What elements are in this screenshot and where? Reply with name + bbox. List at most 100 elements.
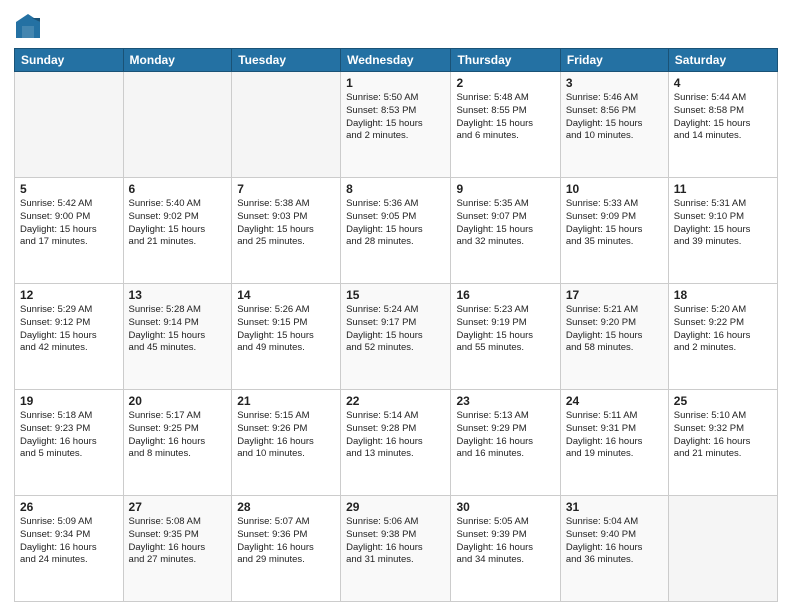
day-content: Sunrise: 5:48 AM Sunset: 8:55 PM Dayligh… (456, 92, 554, 143)
calendar-cell: 18 Sunrise: 5:20 AM Sunset: 9:22 PM Dayli… (668, 284, 777, 390)
calendar-cell: 27 Sunrise: 5:08 AM Sunset: 9:35 PM Dayli… (123, 496, 232, 602)
day-number: 21 (237, 394, 335, 408)
day-content: Sunrise: 5:44 AM Sunset: 8:58 PM Dayligh… (674, 92, 772, 143)
day-number: 23 (456, 394, 554, 408)
calendar: SundayMondayTuesdayWednesdayThursdayFrid… (14, 48, 778, 602)
calendar-cell: 17 Sunrise: 5:21 AM Sunset: 9:20 PM Dayli… (560, 284, 668, 390)
day-number: 29 (346, 500, 445, 514)
calendar-cell: 23 Sunrise: 5:13 AM Sunset: 9:29 PM Dayli… (451, 390, 560, 496)
day-number: 7 (237, 182, 335, 196)
day-content: Sunrise: 5:36 AM Sunset: 9:05 PM Dayligh… (346, 198, 445, 249)
day-number: 26 (20, 500, 118, 514)
day-number: 19 (20, 394, 118, 408)
day-content: Sunrise: 5:08 AM Sunset: 9:35 PM Dayligh… (129, 516, 227, 567)
day-number: 25 (674, 394, 772, 408)
calendar-cell: 1 Sunrise: 5:50 AM Sunset: 8:53 PM Daylig… (341, 72, 451, 178)
week-row-4: 26Sunrise: 5:09 AM Sunset: 9:34 PM Dayli… (15, 496, 778, 602)
day-content: Sunrise: 5:04 AM Sunset: 9:40 PM Dayligh… (566, 516, 663, 567)
day-number: 27 (129, 500, 227, 514)
week-row-2: 12 Sunrise: 5:29 AM Sunset: 9:12 PM Dayli… (15, 284, 778, 390)
weekday-header-tuesday: Tuesday (232, 49, 341, 72)
week-row-1: 5 Sunrise: 5:42 AM Sunset: 9:00 PM Daylig… (15, 178, 778, 284)
page: SundayMondayTuesdayWednesdayThursdayFrid… (0, 0, 792, 612)
day-number: 24 (566, 394, 663, 408)
calendar-cell: 19 Sunrise: 5:18 AM Sunset: 9:23 PM Dayli… (15, 390, 124, 496)
calendar-cell: 5 Sunrise: 5:42 AM Sunset: 9:00 PM Daylig… (15, 178, 124, 284)
calendar-cell: 4 Sunrise: 5:44 AM Sunset: 8:58 PM Daylig… (668, 72, 777, 178)
day-number: 17 (566, 288, 663, 302)
weekday-header-monday: Monday (123, 49, 232, 72)
day-content: Sunrise: 5:10 AM Sunset: 9:32 PM Dayligh… (674, 410, 772, 461)
calendar-cell: 13Sunrise: 5:28 AM Sunset: 9:14 PM Dayli… (123, 284, 232, 390)
day-number: 8 (346, 182, 445, 196)
day-content: Sunrise: 5:42 AM Sunset: 9:00 PM Dayligh… (20, 198, 118, 249)
day-number: 16 (456, 288, 554, 302)
calendar-cell: 11 Sunrise: 5:31 AM Sunset: 9:10 PM Dayli… (668, 178, 777, 284)
day-number: 12 (20, 288, 118, 302)
calendar-cell: 14 Sunrise: 5:26 AM Sunset: 9:15 PM Dayli… (232, 284, 341, 390)
calendar-cell: 25 Sunrise: 5:10 AM Sunset: 9:32 PM Dayli… (668, 390, 777, 496)
calendar-cell: 24 Sunrise: 5:11 AM Sunset: 9:31 PM Dayli… (560, 390, 668, 496)
day-content: Sunrise: 5:38 AM Sunset: 9:03 PM Dayligh… (237, 198, 335, 249)
day-content: Sunrise: 5:17 AM Sunset: 9:25 PM Dayligh… (129, 410, 227, 461)
day-number: 11 (674, 182, 772, 196)
day-content: Sunrise: 5:40 AM Sunset: 9:02 PM Dayligh… (129, 198, 227, 249)
day-content: Sunrise: 5:06 AM Sunset: 9:38 PM Dayligh… (346, 516, 445, 567)
day-number: 4 (674, 76, 772, 90)
weekday-header-sunday: Sunday (15, 49, 124, 72)
weekday-header-thursday: Thursday (451, 49, 560, 72)
day-number: 5 (20, 182, 118, 196)
day-content: Sunrise: 5:23 AM Sunset: 9:19 PM Dayligh… (456, 304, 554, 355)
day-number: 3 (566, 76, 663, 90)
calendar-cell (123, 72, 232, 178)
day-content: Sunrise: 5:46 AM Sunset: 8:56 PM Dayligh… (566, 92, 663, 143)
day-content: Sunrise: 5:31 AM Sunset: 9:10 PM Dayligh… (674, 198, 772, 249)
calendar-cell: 28Sunrise: 5:07 AM Sunset: 9:36 PM Dayli… (232, 496, 341, 602)
weekday-header-row: SundayMondayTuesdayWednesdayThursdayFrid… (15, 49, 778, 72)
day-number: 15 (346, 288, 445, 302)
logo-icon (14, 12, 42, 40)
weekday-header-friday: Friday (560, 49, 668, 72)
day-number: 31 (566, 500, 663, 514)
day-content: Sunrise: 5:28 AM Sunset: 9:14 PM Dayligh… (129, 304, 227, 355)
calendar-cell: 26Sunrise: 5:09 AM Sunset: 9:34 PM Dayli… (15, 496, 124, 602)
calendar-cell: 21 Sunrise: 5:15 AM Sunset: 9:26 PM Dayli… (232, 390, 341, 496)
day-number: 10 (566, 182, 663, 196)
day-number: 14 (237, 288, 335, 302)
calendar-cell: 22Sunrise: 5:14 AM Sunset: 9:28 PM Dayli… (341, 390, 451, 496)
calendar-cell: 7 Sunrise: 5:38 AM Sunset: 9:03 PM Daylig… (232, 178, 341, 284)
calendar-cell: 8 Sunrise: 5:36 AM Sunset: 9:05 PM Daylig… (341, 178, 451, 284)
day-content: Sunrise: 5:50 AM Sunset: 8:53 PM Dayligh… (346, 92, 445, 143)
week-row-0: 1 Sunrise: 5:50 AM Sunset: 8:53 PM Daylig… (15, 72, 778, 178)
day-content: Sunrise: 5:15 AM Sunset: 9:26 PM Dayligh… (237, 410, 335, 461)
day-number: 30 (456, 500, 554, 514)
day-content: Sunrise: 5:18 AM Sunset: 9:23 PM Dayligh… (20, 410, 118, 461)
day-content: Sunrise: 5:13 AM Sunset: 9:29 PM Dayligh… (456, 410, 554, 461)
day-number: 6 (129, 182, 227, 196)
logo (14, 12, 46, 40)
day-content: Sunrise: 5:26 AM Sunset: 9:15 PM Dayligh… (237, 304, 335, 355)
day-number: 20 (129, 394, 227, 408)
calendar-cell: 9 Sunrise: 5:35 AM Sunset: 9:07 PM Daylig… (451, 178, 560, 284)
day-content: Sunrise: 5:21 AM Sunset: 9:20 PM Dayligh… (566, 304, 663, 355)
day-number: 9 (456, 182, 554, 196)
day-content: Sunrise: 5:20 AM Sunset: 9:22 PM Dayligh… (674, 304, 772, 355)
calendar-cell (232, 72, 341, 178)
day-number: 18 (674, 288, 772, 302)
day-content: Sunrise: 5:11 AM Sunset: 9:31 PM Dayligh… (566, 410, 663, 461)
weekday-header-wednesday: Wednesday (341, 49, 451, 72)
day-number: 1 (346, 76, 445, 90)
calendar-cell (15, 72, 124, 178)
weekday-header-saturday: Saturday (668, 49, 777, 72)
day-number: 28 (237, 500, 335, 514)
calendar-cell: 6 Sunrise: 5:40 AM Sunset: 9:02 PM Daylig… (123, 178, 232, 284)
header (14, 12, 778, 40)
calendar-cell: 31 Sunrise: 5:04 AM Sunset: 9:40 PM Dayli… (560, 496, 668, 602)
calendar-cell: 10Sunrise: 5:33 AM Sunset: 9:09 PM Dayli… (560, 178, 668, 284)
day-content: Sunrise: 5:35 AM Sunset: 9:07 PM Dayligh… (456, 198, 554, 249)
calendar-cell: 29 Sunrise: 5:06 AM Sunset: 9:38 PM Dayli… (341, 496, 451, 602)
calendar-cell: 15Sunrise: 5:24 AM Sunset: 9:17 PM Dayli… (341, 284, 451, 390)
calendar-cell: 2Sunrise: 5:48 AM Sunset: 8:55 PM Daylig… (451, 72, 560, 178)
week-row-3: 19 Sunrise: 5:18 AM Sunset: 9:23 PM Dayli… (15, 390, 778, 496)
day-content: Sunrise: 5:29 AM Sunset: 9:12 PM Dayligh… (20, 304, 118, 355)
